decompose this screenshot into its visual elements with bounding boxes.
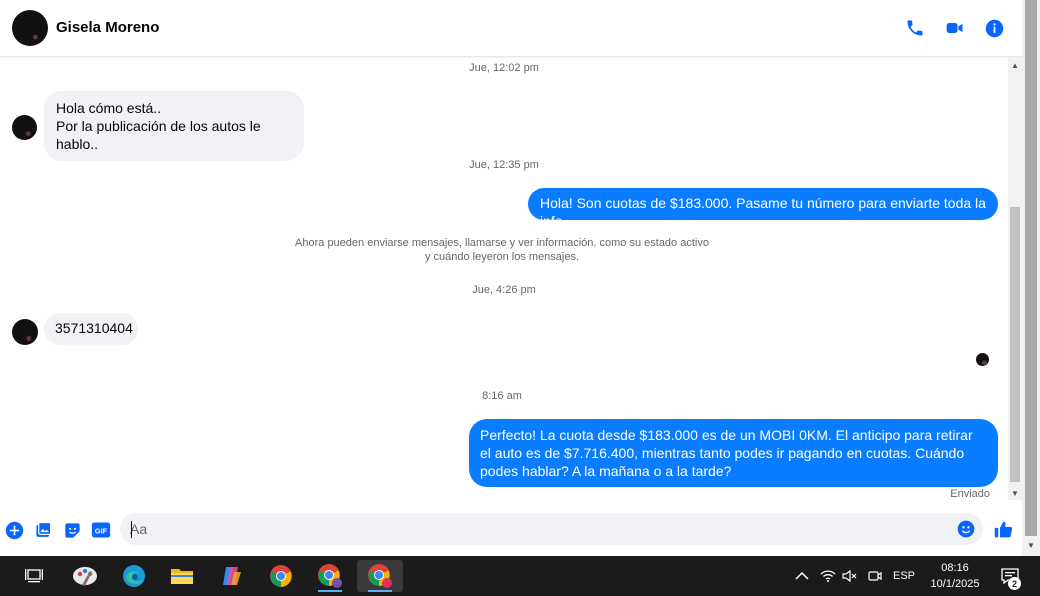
plus-icon[interactable] xyxy=(4,520,24,540)
scroll-up-arrow[interactable]: ▲ xyxy=(1011,61,1019,70)
timestamp: 8:16 am xyxy=(482,390,522,402)
edge-browser-icon[interactable] xyxy=(114,560,154,592)
contact-avatar[interactable] xyxy=(12,10,48,46)
camera-usage-icon[interactable] xyxy=(864,556,884,596)
scrollbar-thumb[interactable] xyxy=(1010,207,1020,482)
clock-time: 08:16 xyxy=(941,562,969,574)
gif-icon[interactable]: GIF xyxy=(90,520,112,540)
read-receipt-avatar xyxy=(976,353,989,366)
running-indicator xyxy=(318,590,342,592)
copilot-icon[interactable] xyxy=(212,560,252,592)
conversation-header: Gisela Moreno xyxy=(0,0,1022,57)
message-line: Hola cómo está.. xyxy=(56,100,162,116)
message-input[interactable] xyxy=(130,519,950,539)
clock-date: 10/1/2025 xyxy=(930,578,980,590)
messenger-window: Gisela Moreno Jue, 12:02 pm Hola cómo es… xyxy=(0,0,1022,556)
image-icon[interactable] xyxy=(33,520,53,540)
system-notice-line: Ahora pueden enviarse mensajes, llamarse… xyxy=(295,237,709,249)
running-indicator xyxy=(368,590,392,592)
video-icon[interactable] xyxy=(944,17,966,39)
message-composer: GIF xyxy=(0,510,1022,556)
incoming-message[interactable]: Hola cómo está.. Por la publicación de l… xyxy=(44,91,304,161)
emoji-icon[interactable] xyxy=(956,519,976,544)
message-line: Por la publicación de los autos le hablo… xyxy=(56,118,261,152)
timestamp: Jue, 4:26 pm xyxy=(472,284,536,296)
scroll-down-arrow[interactable]: ▼ xyxy=(1011,489,1019,498)
message-thread: Jue, 12:02 pm Hola cómo está.. Por la pu… xyxy=(0,57,1008,510)
delivery-status: Enviado xyxy=(950,488,990,500)
keyboard-language[interactable]: ESP xyxy=(890,556,918,596)
chevron-up-icon[interactable] xyxy=(792,556,812,596)
svg-text:GIF: GIF xyxy=(95,526,108,535)
contact-mini-avatar xyxy=(12,115,37,140)
windows-taskbar: ESP 08:16 10/1/2025 2 xyxy=(0,556,1040,596)
system-notice-line: y cuándo leyeron los mensajes. xyxy=(424,251,580,263)
phone-icon[interactable] xyxy=(904,17,926,39)
clock[interactable]: 08:16 10/1/2025 xyxy=(920,556,990,596)
outgoing-message[interactable]: Hola! Son cuotas de $183.000. Pasame tu … xyxy=(528,188,998,229)
notification-center-icon[interactable]: 2 xyxy=(996,556,1024,596)
file-explorer-icon[interactable] xyxy=(162,560,202,592)
paint-app-icon[interactable] xyxy=(65,560,105,592)
chrome-profile-icon[interactable] xyxy=(310,560,350,592)
chrome-icon[interactable] xyxy=(261,560,301,592)
sticker-icon[interactable] xyxy=(62,520,82,540)
page-scrollbar-thumb[interactable] xyxy=(1025,0,1037,536)
info-icon[interactable] xyxy=(983,17,1005,39)
incoming-message[interactable]: 3571310404 xyxy=(44,313,138,345)
system-notice: Ahora pueden enviarse mensajes, llamarse… xyxy=(252,236,752,264)
page-scrollbar[interactable]: ▼ xyxy=(1022,0,1040,556)
text-caret xyxy=(131,521,132,538)
message-input-box[interactable] xyxy=(120,513,983,545)
chrome-profile-active-icon[interactable] xyxy=(357,560,403,592)
thumbs-up-icon[interactable] xyxy=(992,518,1014,540)
wifi-icon[interactable] xyxy=(818,556,838,596)
notification-count-badge: 2 xyxy=(1008,577,1021,590)
timestamp: Jue, 12:02 pm xyxy=(469,62,539,74)
contact-name[interactable]: Gisela Moreno xyxy=(56,19,159,36)
speaker-muted-icon[interactable] xyxy=(840,556,860,596)
page-scroll-down-arrow[interactable]: ▼ xyxy=(1027,541,1035,550)
task-view-icon[interactable] xyxy=(14,560,54,592)
outgoing-message[interactable]: Perfecto! La cuota desde $183.000 es de … xyxy=(469,419,998,487)
contact-mini-avatar xyxy=(12,319,38,345)
timestamp: Jue, 12:35 pm xyxy=(469,159,539,171)
thread-scrollbar[interactable]: ▲ ▼ xyxy=(1008,57,1022,500)
